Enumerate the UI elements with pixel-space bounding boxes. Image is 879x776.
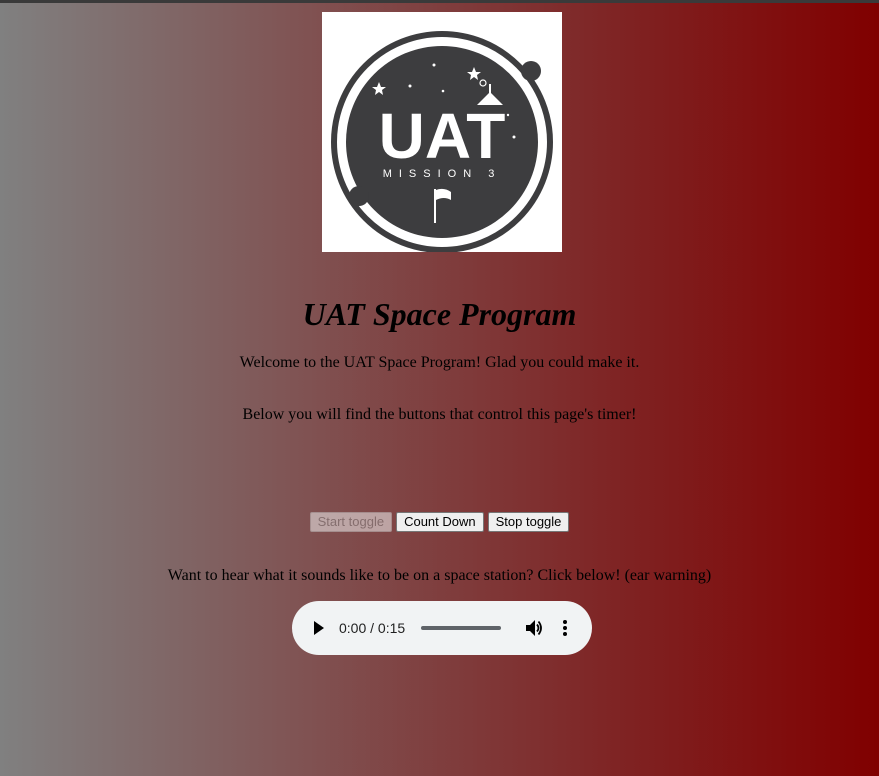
uat-mission-logo: UAT MISSION 3: [322, 12, 562, 252]
audio-prompt-text: Want to hear what it sounds like to be o…: [167, 567, 712, 584]
start-toggle-button[interactable]: Start toggle: [309, 512, 393, 532]
play-icon[interactable]: [314, 621, 324, 635]
instructions-text: Below you will find the buttons that con…: [242, 406, 637, 423]
volume-icon[interactable]: [525, 618, 543, 638]
logo-subtitle: MISSION 3: [383, 168, 502, 180]
logo-graphic: UAT MISSION 3: [331, 31, 553, 252]
logo-title: UAT: [379, 100, 506, 172]
page-title: UAT Space Program: [302, 296, 577, 332]
audio-time-display: 0:00 / 0:15: [339, 620, 406, 636]
count-down-button[interactable]: Count Down: [396, 512, 484, 532]
window-top-border: [0, 0, 879, 3]
audio-seek-slider[interactable]: [421, 626, 501, 630]
welcome-text: Welcome to the UAT Space Program! Glad y…: [239, 354, 640, 371]
stop-toggle-button[interactable]: Stop toggle: [487, 512, 570, 532]
timer-controls: Start toggle Count Down Stop toggle: [0, 512, 879, 532]
more-options-icon[interactable]: [562, 618, 568, 638]
audio-player[interactable]: 0:00 / 0:15: [292, 601, 592, 655]
